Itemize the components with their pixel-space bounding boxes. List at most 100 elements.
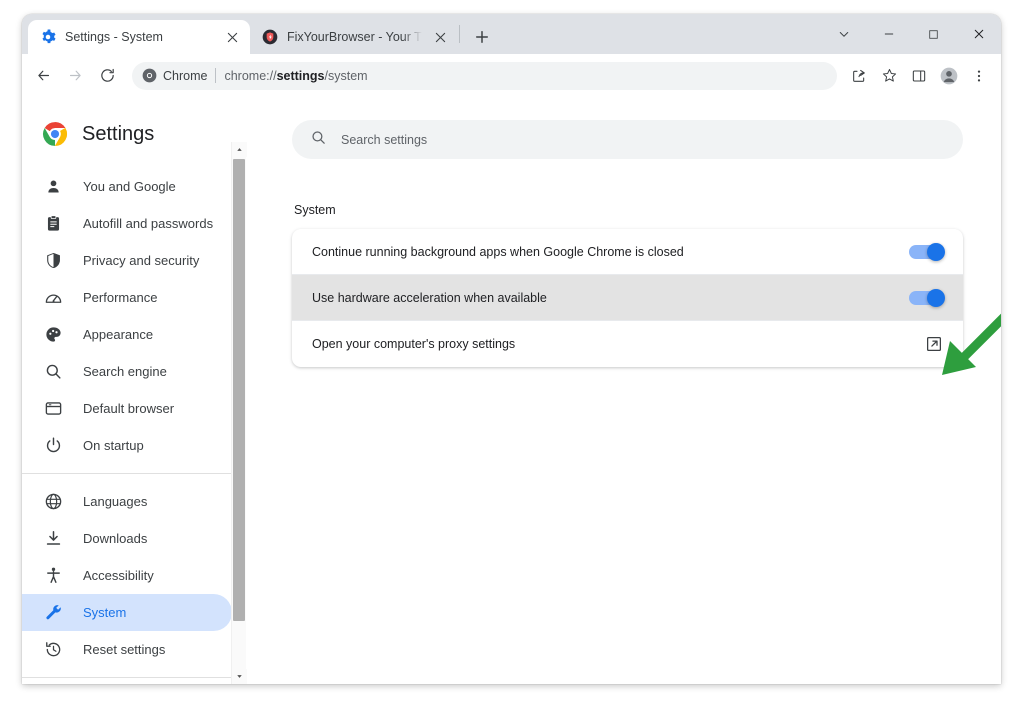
close-icon[interactable] <box>223 28 241 46</box>
tab-separator <box>459 25 460 43</box>
address-bar[interactable]: Chrome chrome://settings/system <box>132 61 837 90</box>
toggle-knob <box>927 288 945 307</box>
share-icon[interactable] <box>845 62 873 90</box>
download-icon <box>44 529 63 548</box>
chrome-logo-small-icon <box>142 68 157 83</box>
minimize-button[interactable] <box>866 14 911 54</box>
sidebar-item-performance[interactable]: Performance <box>22 279 232 316</box>
palette-icon <box>44 325 63 344</box>
power-icon <box>44 436 63 455</box>
sidebar-item-system[interactable]: System <box>22 594 232 631</box>
toggle-knob <box>927 242 945 261</box>
tab-title: FixYourBrowser - Your Trusted So <box>287 30 422 44</box>
scroll-down-arrow-icon[interactable] <box>232 669 247 684</box>
tab-search-button[interactable] <box>821 14 866 54</box>
search-settings-bar[interactable]: Search settings <box>292 120 963 159</box>
sidebar-item-label: Downloads <box>83 531 148 546</box>
window-controls <box>821 14 1001 54</box>
page-title: Settings <box>82 122 155 145</box>
fixyourbrowser-shield-icon <box>262 29 278 45</box>
browser-window: Settings - System FixYourBrowser - Your … <box>22 14 1001 684</box>
side-panel-icon[interactable] <box>905 62 933 90</box>
bookmark-star-icon[interactable] <box>875 62 903 90</box>
row-background-apps[interactable]: Continue running background apps when Go… <box>292 229 963 275</box>
sidebar-divider-bottom <box>22 677 232 678</box>
search-input[interactable]: Search settings <box>341 133 427 147</box>
sidebar-item-label: You and Google <box>83 179 176 194</box>
chrome-logo-icon <box>42 121 68 147</box>
row-label: Use hardware acceleration when available <box>312 290 547 305</box>
url-bold: settings <box>276 68 325 83</box>
close-window-button[interactable] <box>956 14 1001 54</box>
sidebar-item-label: Reset settings <box>83 642 166 657</box>
wrench-icon <box>44 603 63 622</box>
globe-icon <box>44 492 63 511</box>
new-tab-button[interactable] <box>468 23 496 51</box>
sidebar-scrollbar[interactable] <box>231 142 247 684</box>
settings-gear-icon <box>40 29 56 45</box>
url-suffix: /system <box>324 68 368 83</box>
tab-strip: Settings - System FixYourBrowser - Your … <box>22 14 1001 54</box>
sidebar-divider <box>22 473 232 474</box>
sidebar-item-label: Appearance <box>83 327 154 342</box>
row-proxy-settings[interactable]: Open your computer's proxy settings <box>292 321 963 367</box>
external-link-icon[interactable] <box>925 335 943 353</box>
sidebar-item-languages[interactable]: Languages <box>22 483 232 520</box>
settings-sidebar: Settings You and Google Autofill and pas… <box>22 98 254 684</box>
tab-title: Settings - System <box>65 30 163 44</box>
section-heading: System <box>294 203 336 217</box>
row-label: Continue running background apps when Go… <box>312 244 684 259</box>
gauge-icon <box>44 288 63 307</box>
person-icon <box>44 177 63 196</box>
sidebar-item-accessibility[interactable]: Accessibility <box>22 557 232 594</box>
sidebar-item-autofill-and-passwords[interactable]: Autofill and passwords <box>22 205 232 242</box>
hardware-acceleration-toggle[interactable] <box>909 288 945 307</box>
sidebar-item-label: Default browser <box>83 401 175 416</box>
shield-icon <box>44 251 63 270</box>
scrollbar-thumb[interactable] <box>233 159 245 621</box>
settings-content: Search settings System Continue running … <box>254 98 1001 684</box>
sidebar-item-label: Accessibility <box>83 568 154 583</box>
sidebar-item-privacy-and-security[interactable]: Privacy and security <box>22 242 232 279</box>
settings-nav: You and Google Autofill and passwords Pr… <box>22 168 254 678</box>
browser-window-icon <box>44 399 63 418</box>
profile-avatar-icon[interactable] <box>935 62 963 90</box>
forward-icon[interactable] <box>60 61 90 91</box>
more-menu-icon[interactable] <box>965 62 993 90</box>
sidebar-item-search-engine[interactable]: Search engine <box>22 353 232 390</box>
maximize-button[interactable] <box>911 14 956 54</box>
row-hardware-acceleration[interactable]: Use hardware acceleration when available <box>292 275 963 321</box>
settings-header: Settings <box>22 106 254 154</box>
sidebar-item-label: On startup <box>83 438 144 453</box>
sidebar-item-on-startup[interactable]: On startup <box>22 427 232 464</box>
sidebar-item-default-browser[interactable]: Default browser <box>22 390 232 427</box>
clipboard-icon <box>44 214 63 233</box>
chrome-chip-label: Chrome <box>163 68 208 83</box>
sidebar-item-label: Autofill and passwords <box>83 216 214 231</box>
system-settings-card: Continue running background apps when Go… <box>292 229 963 367</box>
browser-toolbar: Chrome chrome://settings/system <box>22 54 1001 98</box>
row-label: Open your computer's proxy settings <box>312 337 516 351</box>
scroll-up-arrow-icon[interactable] <box>232 142 247 157</box>
reload-icon[interactable] <box>92 61 122 91</box>
tab-fixyourbrowser[interactable]: FixYourBrowser - Your Trusted So <box>250 20 458 54</box>
sidebar-item-downloads[interactable]: Downloads <box>22 520 232 557</box>
sidebar-item-label: Performance <box>83 290 158 305</box>
history-restore-icon <box>44 640 63 659</box>
background-apps-toggle[interactable] <box>909 242 945 261</box>
back-icon[interactable] <box>28 61 58 91</box>
tab-settings-system[interactable]: Settings - System <box>28 20 250 54</box>
close-icon[interactable] <box>431 28 449 46</box>
url-prefix: chrome:// <box>224 68 277 83</box>
sidebar-item-appearance[interactable]: Appearance <box>22 316 232 353</box>
sidebar-item-label: Search engine <box>83 364 167 379</box>
search-icon <box>310 129 327 151</box>
magnifier-icon <box>44 362 63 381</box>
sidebar-item-reset-settings[interactable]: Reset settings <box>22 631 232 668</box>
sidebar-item-label: System <box>83 605 127 620</box>
settings-page: Settings You and Google Autofill and pas… <box>22 98 1001 684</box>
toolbar-actions <box>845 62 993 90</box>
sidebar-item-you-and-google[interactable]: You and Google <box>22 168 232 205</box>
url-text: chrome://settings/system <box>224 69 367 83</box>
chrome-chip: Chrome <box>142 68 207 83</box>
